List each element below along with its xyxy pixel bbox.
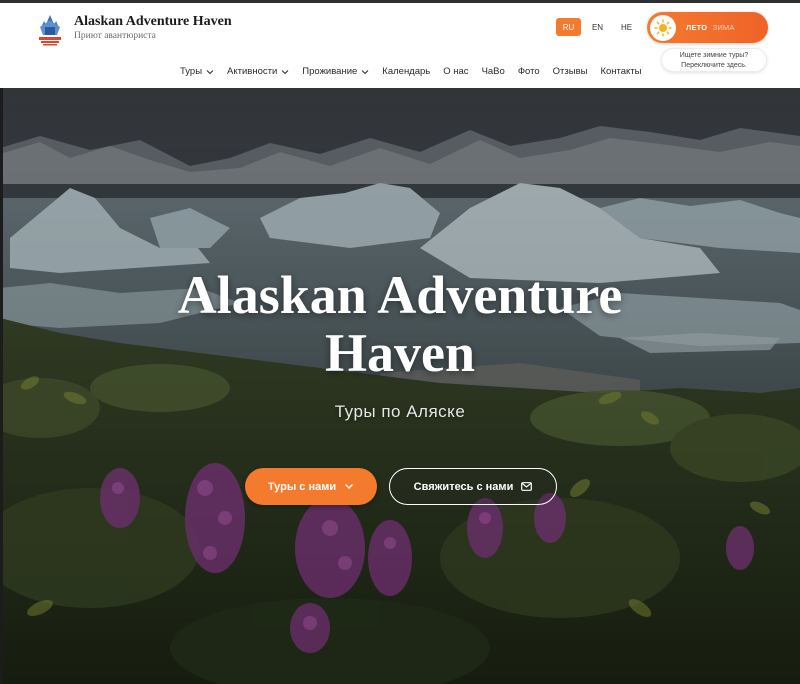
hero-subtitle: Туры по Аляске [334,402,466,421]
nav-item-label: Контакты [600,66,642,77]
nav-item-label: Фото [517,66,540,77]
lang-he-button[interactable]: HE [614,18,639,36]
brand-title[interactable]: Alaskan Adventure Haven [74,14,232,30]
season-summer-label[interactable]: ЛЕТО [686,23,707,32]
nav-item-photos[interactable]: Фото [518,66,540,77]
season-labels: ЛЕТО ЗИМА [686,23,735,32]
nav-item-label: Активности [227,66,278,77]
tours-button-label: Туры с нами [267,480,337,493]
hero-title: Alaskan Adventure Haven [0,266,800,382]
nav-item-label: Туры [180,66,203,77]
page: Alaskan Adventure Haven Приют авантюрист… [0,0,800,684]
lang-en-button[interactable]: EN [585,18,610,36]
chevron-down-icon [345,484,354,489]
tours-button[interactable]: Туры с нами [245,468,377,505]
nav-item-label: ЧаВо [481,66,505,77]
nav-item-contacts[interactable]: Контакты [600,66,641,77]
left-edge [0,88,3,684]
language-switcher: RU EN HE [556,18,639,36]
nav-item-label: Проживание [302,66,358,77]
contact-button[interactable]: Свяжитесь с нами [389,468,557,505]
nav-item-activities[interactable]: Активности [227,66,289,77]
nav-item-faq[interactable]: ЧаВо [482,66,505,77]
winter-tip-line1: Ищете зимние туры? [679,52,749,59]
brand-subtitle: Приют авантюриста [74,31,156,41]
chevron-down-icon [361,69,369,74]
nav-item-reviews[interactable]: Отзывы [553,66,588,77]
nav-item-calendar[interactable]: Календарь [382,66,430,77]
winter-tip-line2: Переключите здесь. [681,61,747,69]
hero-background-image [0,88,800,684]
hero-title-line2: Haven [324,323,475,383]
nav-item-label: Календарь [382,66,431,77]
nav-item-tours[interactable]: Туры [180,66,214,77]
lang-ru-button[interactable]: RU [556,18,581,36]
chevron-down-icon [206,69,214,74]
season-toggle[interactable]: ЛЕТО ЗИМА [647,12,768,43]
hero-title-line1: Alaskan Adventure [177,265,623,325]
sun-icon [654,18,672,37]
chevron-down-icon [281,69,289,74]
envelope-icon [521,482,533,491]
contact-button-label: Свяжитесь с нами [413,480,514,493]
nav-item-label: Отзывы [552,66,588,77]
nav-item-label: О нас [443,66,469,77]
logo-icon[interactable] [37,13,63,47]
main-nav: Туры Активности Проживание Календарь О н… [180,66,642,77]
season-knob[interactable] [650,14,676,41]
hero-section: Alaskan Adventure Haven Туры по Аляске Т… [0,88,800,684]
nav-item-about[interactable]: О нас [443,66,468,77]
nav-item-accommodation[interactable]: Проживание [302,66,369,77]
season-winter-label[interactable]: ЗИМА [713,23,735,32]
site-header: Alaskan Adventure Haven Приют авантюрист… [0,3,800,88]
winter-tip-tooltip[interactable]: Ищете зимние туры? Переключите здесь. [661,48,767,72]
